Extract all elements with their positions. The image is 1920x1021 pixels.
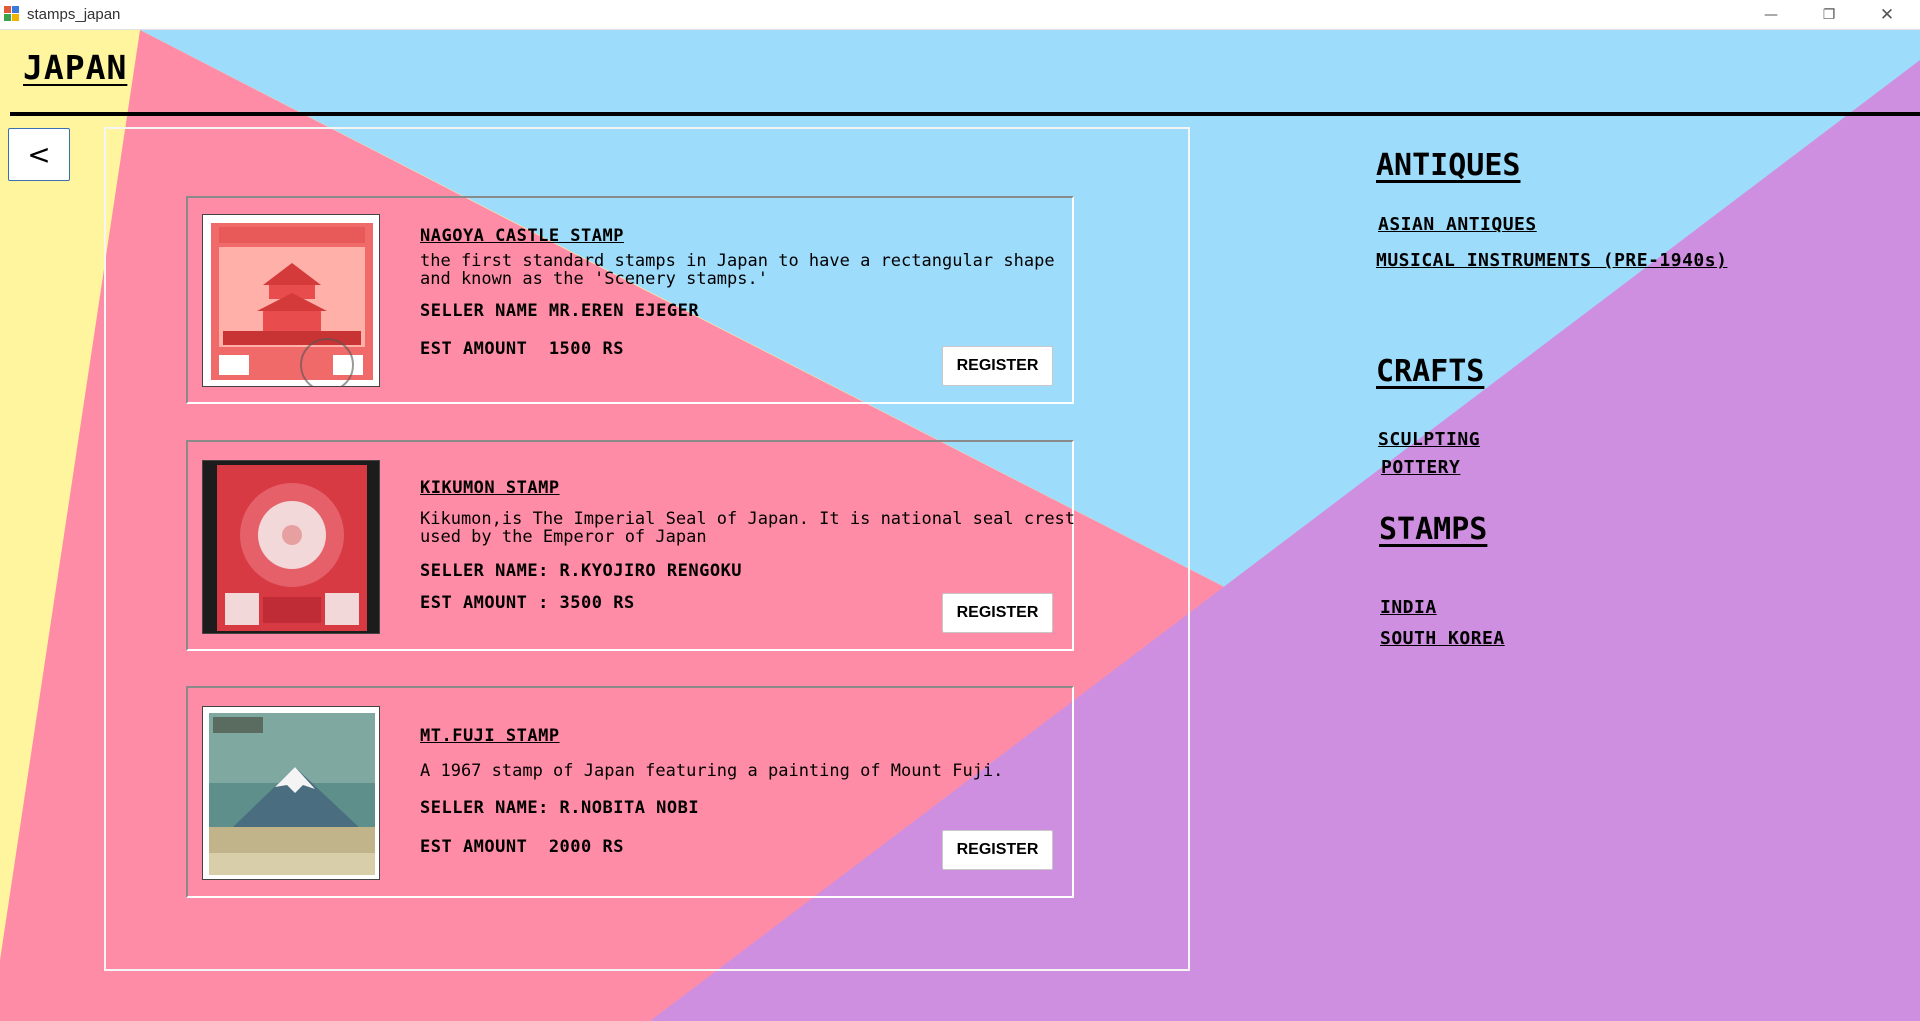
page-title: JAPAN [23,48,128,87]
window-title: stamps_japan [27,6,121,23]
seller-name: SELLER NAME MR.EREN EJEGER [420,301,700,321]
category-heading-antiques: ANTIQUES [1376,148,1521,183]
category-link-south-korea[interactable]: SOUTH KOREA [1380,628,1505,649]
category-link-musical-instruments[interactable]: MUSICAL INSTRUMENTS (PRE-1940s) [1376,250,1727,271]
listing-name[interactable]: KIKUMON STAMP [420,478,560,498]
listing-card: NAGOYA CASTLE STAMP the first standard s… [186,196,1074,404]
category-heading-crafts: CRAFTS [1376,354,1485,389]
listing-card: KIKUMON STAMP Kikumon,is The Imperial Se… [186,440,1075,651]
category-link-asian-antiques[interactable]: ASIAN ANTIQUES [1378,214,1537,235]
minimize-icon[interactable]: — [1748,0,1794,29]
seller-name: SELLER NAME: R.KYOJIRO RENGOKU [420,561,743,581]
window-titlebar: stamps_japan — ❐ ✕ [0,0,1920,30]
category-link-sculpting[interactable]: SCULPTING [1378,429,1480,450]
listing-name[interactable]: NAGOYA CASTLE STAMP [420,226,624,246]
title-divider [10,112,1920,116]
category-link-pottery[interactable]: POTTERY [1381,457,1460,478]
seller-name: SELLER NAME: R.NOBITA NOBI [420,798,700,818]
estimated-amount: EST AMOUNT 2000 RS [420,837,624,857]
listing-description: the first standard stamps in Japan to ha… [420,251,1055,289]
estimated-amount: EST AMOUNT 1500 RS [420,339,624,359]
nagoya-castle-stamp-image [202,214,380,387]
back-button[interactable]: < [8,128,70,181]
listing-description: Kikumon,is The Imperial Seal of Japan. I… [420,509,1076,547]
estimated-amount: EST AMOUNT : 3500 RS [420,593,635,613]
listing-name[interactable]: MT.FUJI STAMP [420,726,560,746]
restore-icon[interactable]: ❐ [1806,0,1852,29]
close-icon[interactable]: ✕ [1864,0,1910,29]
listing-card: MT.FUJI STAMP A 1967 stamp of Japan feat… [186,686,1074,898]
category-link-india[interactable]: INDIA [1380,597,1437,618]
register-button[interactable]: REGISTER [942,830,1053,870]
main-canvas: JAPAN < NAGOYA CASTLE STAMP the first st… [0,30,1920,1021]
register-button[interactable]: REGISTER [942,346,1053,386]
mt-fuji-stamp-image [202,706,380,880]
category-heading-stamps: STAMPS [1379,512,1488,547]
kikumon-stamp-image [202,460,380,634]
app-icon [4,6,20,22]
register-button[interactable]: REGISTER [942,593,1053,633]
listing-description: A 1967 stamp of Japan featuring a painti… [420,761,1004,781]
